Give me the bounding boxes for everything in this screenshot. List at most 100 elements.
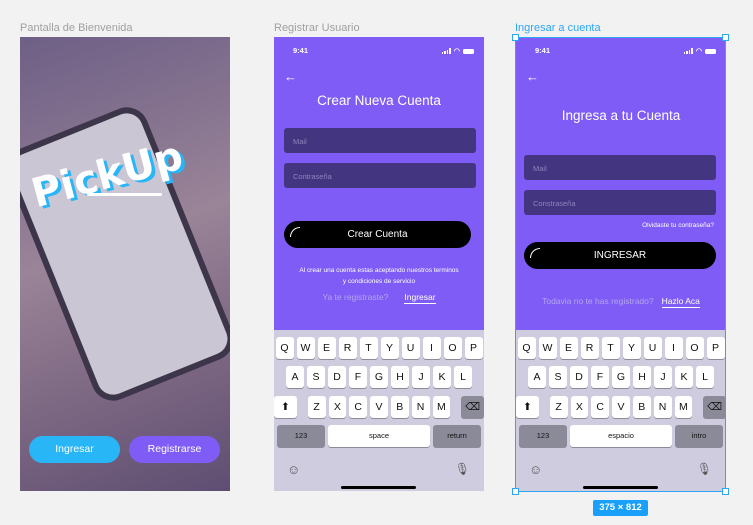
shift-key-icon[interactable]: ⬆ xyxy=(516,396,539,418)
frame-label-welcome[interactable]: Pantalla de Bienvenida xyxy=(20,22,133,34)
key[interactable]: O xyxy=(685,337,704,359)
key[interactable]: U xyxy=(401,337,420,359)
not-registered-text: Todavia no te has registrado? xyxy=(542,296,654,306)
key[interactable]: space xyxy=(328,425,430,447)
create-account-label: Crear Cuenta xyxy=(347,229,408,240)
key[interactable]: 123 xyxy=(519,425,567,447)
password-input[interactable]: Constraseña xyxy=(524,190,716,215)
key[interactable]: V xyxy=(370,396,388,418)
back-arrow-icon[interactable]: ← xyxy=(526,69,539,84)
key[interactable]: Z xyxy=(549,396,568,418)
key[interactable]: Z xyxy=(307,396,326,418)
signal-icon xyxy=(683,48,693,54)
key[interactable]: S xyxy=(549,366,567,388)
key[interactable]: G xyxy=(370,366,388,388)
key[interactable]: K xyxy=(433,366,451,388)
key[interactable]: H xyxy=(633,366,651,388)
key[interactable]: intro xyxy=(675,425,723,447)
key[interactable]: P xyxy=(706,337,725,359)
key[interactable]: N xyxy=(411,396,430,418)
home-indicator xyxy=(341,486,416,489)
key[interactable]: R xyxy=(338,337,357,359)
signup-link[interactable]: Hazlo Aca xyxy=(661,296,700,308)
key[interactable]: B xyxy=(632,396,651,418)
spinner-icon xyxy=(530,248,540,258)
key[interactable]: E xyxy=(559,337,578,359)
key[interactable]: A xyxy=(528,366,546,388)
key[interactable]: N xyxy=(653,396,672,418)
signal-icon xyxy=(441,48,451,54)
microphone-icon[interactable]: 🎙 xyxy=(697,462,712,476)
key[interactable]: X xyxy=(570,396,589,418)
key[interactable]: return xyxy=(433,425,481,447)
register-screen: 9:41 ◠ ← Crear Nueva Cuenta Mail Contrase… xyxy=(274,37,484,491)
key[interactable]: O xyxy=(443,337,462,359)
key[interactable]: V xyxy=(612,396,630,418)
terms-text-1: Al crear una cuenta estas aceptando nues… xyxy=(299,267,459,274)
key[interactable]: D xyxy=(328,366,346,388)
mail-input[interactable]: Mail xyxy=(524,155,716,180)
already-registered-text: Ya te registraste? xyxy=(322,292,389,302)
key[interactable]: J xyxy=(412,366,430,388)
key[interactable]: H xyxy=(391,366,409,388)
key[interactable]: F xyxy=(591,366,609,388)
key[interactable]: C xyxy=(591,396,610,418)
frame-label-login[interactable]: Ingresar a cuenta xyxy=(515,22,601,34)
status-time: 9:41 xyxy=(535,46,551,55)
key[interactable]: M xyxy=(432,396,451,418)
shift-key-icon[interactable]: ⬆ xyxy=(274,396,297,418)
key[interactable]: R xyxy=(580,337,599,359)
key[interactable]: S xyxy=(307,366,325,388)
backspace-key-icon[interactable]: ⌫ xyxy=(703,396,726,418)
key[interactable]: Y xyxy=(380,337,399,359)
key[interactable]: E xyxy=(317,337,336,359)
wifi-icon: ◠ xyxy=(695,48,702,55)
forgot-password-link[interactable]: Olvidaste tu contraseña? xyxy=(642,222,714,229)
key[interactable]: Q xyxy=(517,337,536,359)
key[interactable]: X xyxy=(328,396,347,418)
status-bar: 9:41 ◠ xyxy=(274,46,484,58)
register-button[interactable]: Registrarse xyxy=(129,436,220,463)
battery-icon xyxy=(463,48,474,54)
create-account-button[interactable]: Crear Cuenta xyxy=(284,221,471,248)
key[interactable]: W xyxy=(538,337,557,359)
key[interactable]: K xyxy=(675,366,693,388)
key[interactable]: B xyxy=(390,396,409,418)
login-button[interactable]: Ingresar xyxy=(29,436,120,463)
login-submit-button[interactable]: INGRESAR xyxy=(524,242,716,269)
key[interactable]: U xyxy=(643,337,662,359)
login-link[interactable]: Ingresar xyxy=(404,292,436,304)
key[interactable]: C xyxy=(349,396,368,418)
key[interactable]: Y xyxy=(622,337,641,359)
size-badge: 375 × 812 xyxy=(593,500,648,516)
password-input[interactable]: Contraseña xyxy=(284,163,476,188)
key[interactable]: I xyxy=(422,337,441,359)
key[interactable]: I xyxy=(664,337,683,359)
key[interactable]: P xyxy=(464,337,483,359)
key[interactable]: A xyxy=(286,366,304,388)
key[interactable]: D xyxy=(570,366,588,388)
mail-input[interactable]: Mail xyxy=(284,128,476,153)
key[interactable]: T xyxy=(359,337,378,359)
emoji-icon[interactable]: ☺ xyxy=(529,462,542,477)
home-indicator xyxy=(87,193,162,196)
back-arrow-icon[interactable]: ← xyxy=(284,69,297,84)
key[interactable]: L xyxy=(696,366,714,388)
key[interactable]: 123 xyxy=(277,425,325,447)
key[interactable]: T xyxy=(601,337,620,359)
key[interactable]: L xyxy=(454,366,472,388)
key[interactable]: W xyxy=(296,337,315,359)
terms-text-2: y condiciones de servicio xyxy=(342,278,416,285)
key[interactable]: M xyxy=(674,396,693,418)
emoji-icon[interactable]: ☺ xyxy=(287,462,300,477)
key[interactable]: Q xyxy=(275,337,294,359)
key[interactable]: F xyxy=(349,366,367,388)
wifi-icon: ◠ xyxy=(453,48,460,55)
key[interactable]: espacio xyxy=(570,425,672,447)
backspace-key-icon[interactable]: ⌫ xyxy=(461,396,484,418)
key[interactable]: G xyxy=(612,366,630,388)
key[interactable]: J xyxy=(654,366,672,388)
frame-label-register[interactable]: Registrar Usuario xyxy=(274,22,360,34)
microphone-icon[interactable]: 🎙 xyxy=(455,462,470,476)
home-indicator xyxy=(583,486,658,489)
